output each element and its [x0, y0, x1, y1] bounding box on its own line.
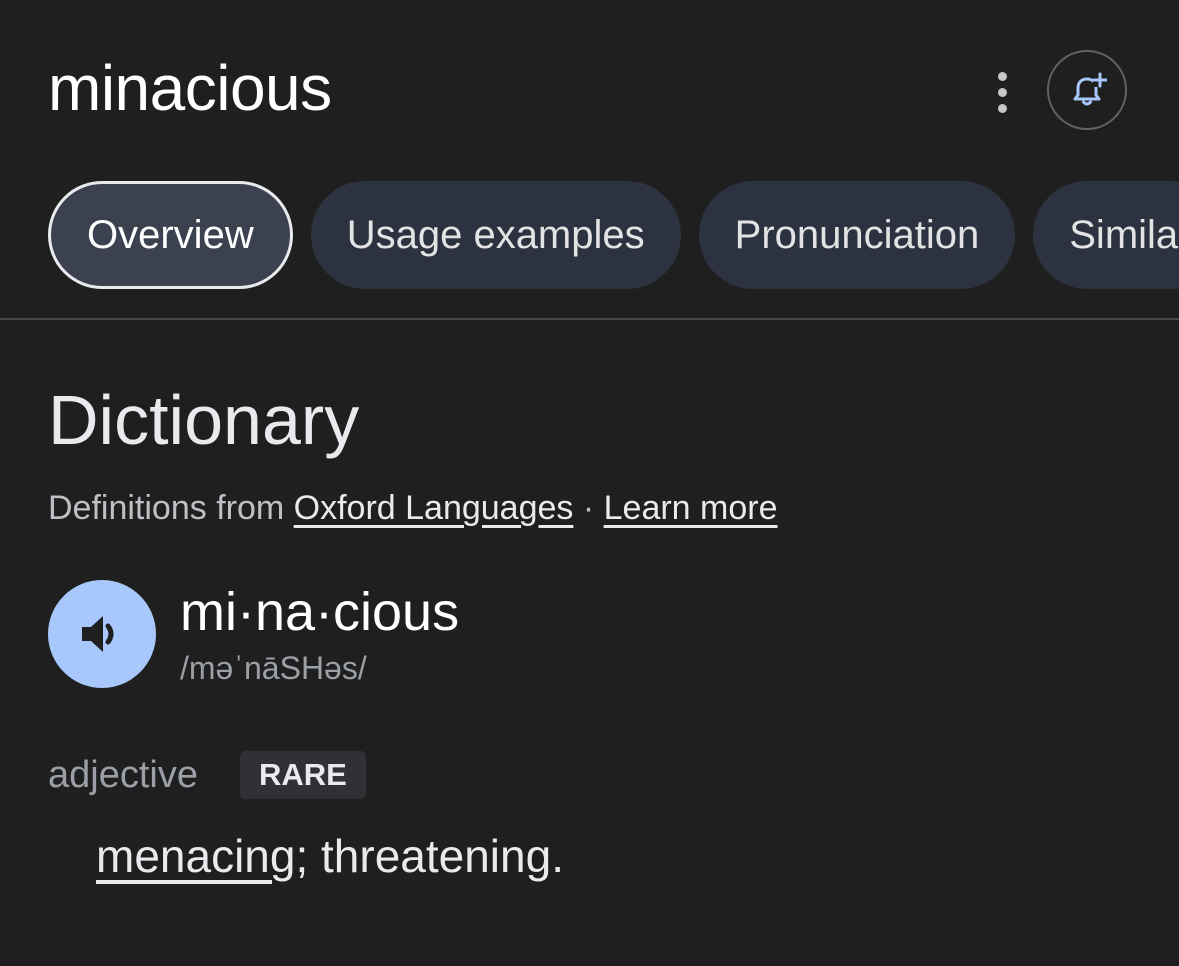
dictionary-page: minacious Overview Usage examples Pronun… [0, 0, 1179, 966]
more-vert-icon-dot [997, 103, 1007, 113]
tab-pronunciation[interactable]: Pronunciation [698, 181, 1016, 289]
tab-usage-examples[interactable]: Usage examples [310, 181, 681, 289]
tab-similar[interactable]: Similar [1033, 181, 1179, 289]
more-vert-icon-dot [997, 87, 1007, 97]
definition: menacing; threatening. [96, 828, 564, 884]
bell-plus-icon [1073, 72, 1107, 106]
headword: mi·na·cious [180, 582, 460, 642]
pronounce-button[interactable] [48, 580, 156, 688]
page-title: minacious [48, 52, 332, 124]
oxford-languages-link[interactable]: Oxford Languages [294, 489, 574, 527]
rare-badge: RARE [240, 751, 366, 799]
more-options-button[interactable] [980, 66, 1024, 118]
source-separator: · [573, 489, 604, 527]
part-of-speech: adjective [48, 754, 198, 796]
definition-text: ; threatening. [295, 830, 564, 882]
menacing-link[interactable]: menacing [96, 830, 295, 882]
source-prefix: Definitions from [48, 489, 294, 527]
dictionary-title: Dictionary [48, 381, 360, 459]
learn-more-link[interactable]: Learn more [604, 489, 778, 527]
divider [0, 318, 1179, 320]
more-vert-icon [997, 71, 1007, 81]
add-alert-button[interactable] [1047, 50, 1127, 130]
phonetic-spelling: /məˈnāSHəs/ [180, 650, 367, 686]
tab-overview[interactable]: Overview [48, 181, 293, 289]
tab-bar: Overview Usage examples Pronunciation Si… [48, 181, 1179, 289]
definition-source: Definitions from Oxford Languages · Lear… [48, 488, 778, 528]
volume-icon [82, 616, 114, 652]
